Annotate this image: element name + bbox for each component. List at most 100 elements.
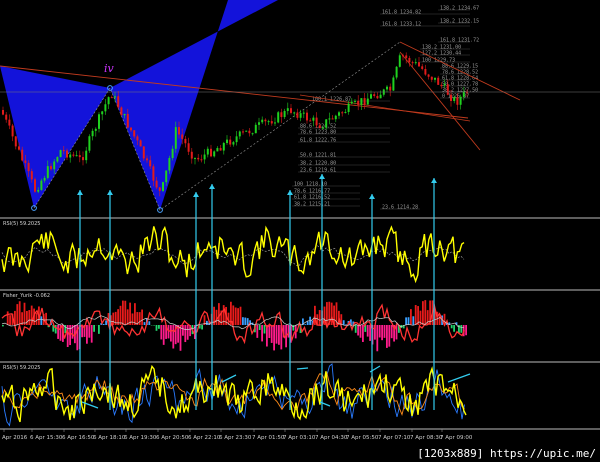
fisher-bar	[407, 317, 410, 325]
candle-body	[277, 112, 280, 123]
fisher-bar	[18, 301, 21, 325]
candle-body	[210, 148, 212, 157]
time-label: 6 Apr 18:10	[93, 435, 126, 441]
candle-body	[373, 94, 376, 96]
candle-body	[171, 148, 174, 158]
candle-body	[101, 111, 104, 115]
fisher-bar	[148, 321, 151, 325]
fisher-bar	[383, 325, 386, 338]
candle-body	[94, 128, 97, 131]
fisher-bar	[54, 325, 57, 334]
fisher-bar	[465, 325, 467, 336]
candle-body	[152, 166, 155, 181]
fisher-bar	[122, 300, 124, 325]
candle-body	[11, 125, 14, 137]
candle-body	[379, 94, 382, 99]
fisher-bar	[460, 325, 463, 333]
fisher-bar	[126, 309, 129, 325]
candle-body	[261, 119, 264, 123]
candle-body	[91, 130, 94, 137]
fisher-bar	[424, 300, 427, 325]
candle-body	[424, 68, 427, 75]
candle-body	[405, 55, 408, 58]
fib-label: 138.2 1232.15	[440, 18, 479, 24]
candle-body	[430, 76, 433, 80]
fisher-bar	[381, 325, 383, 341]
fisher-bar	[422, 301, 424, 325]
candle-body	[203, 154, 206, 160]
candle-body	[286, 108, 289, 111]
fisher-panel-title: Fisher_Yurik -0.062	[3, 293, 50, 299]
fisher-bar	[345, 324, 347, 325]
fisher-bar	[386, 325, 388, 348]
fisher-bar	[167, 325, 170, 339]
candle-body	[149, 160, 152, 167]
candle-body	[82, 157, 84, 161]
candle-body	[443, 84, 446, 86]
fisher-bar	[362, 325, 364, 342]
candle-body	[69, 154, 72, 158]
fisher-bar	[134, 303, 136, 325]
candle-body	[392, 77, 395, 91]
candle-body	[165, 170, 168, 183]
time-label: 6 Apr 23:30	[219, 435, 252, 441]
fib-label: 23.6 1214.28	[382, 204, 418, 210]
candle-body	[354, 100, 356, 102]
candle-body	[181, 134, 184, 139]
fisher-bar	[35, 312, 38, 325]
candle-body	[306, 112, 308, 121]
candle-body	[43, 177, 46, 181]
fisher-bar	[182, 325, 184, 336]
candle-body	[312, 117, 315, 121]
candle-body	[219, 148, 222, 151]
fisher-bar	[354, 325, 357, 333]
fisher-bar	[366, 325, 369, 337]
fib-label: 161.8 1234.82	[382, 9, 421, 15]
candle-body	[440, 84, 443, 86]
chart-window[interactable]: 161.8 1234.82 138.2 1234.67 161.8 1233.12 1…	[0, 0, 600, 462]
candle-body	[334, 115, 337, 120]
candle-body	[50, 166, 52, 170]
fisher-bar	[88, 325, 91, 338]
fisher-bar	[98, 325, 100, 334]
candle-body	[251, 133, 254, 135]
fisher-bar	[215, 309, 218, 325]
candle-body	[168, 157, 171, 171]
time-label: 7 Apr 09:00	[440, 435, 473, 441]
fisher-bar	[278, 325, 280, 345]
candle-body	[462, 91, 465, 97]
candle-body	[88, 136, 91, 151]
fib-label: 61.8 1216.52	[294, 194, 330, 200]
candle-body	[302, 112, 305, 114]
candle-body	[274, 122, 276, 124]
fisher-bar	[410, 309, 412, 325]
fisher-bar	[412, 316, 415, 325]
candle-body	[222, 143, 225, 151]
fisher-bar	[57, 325, 59, 339]
candle-body	[264, 119, 267, 122]
candle-body	[370, 94, 372, 99]
candle-body	[296, 112, 299, 118]
candle-body	[238, 131, 241, 137]
candle-body	[328, 118, 331, 120]
fisher-bar	[9, 315, 11, 325]
candle-body	[245, 130, 248, 132]
fisher-bar	[388, 325, 391, 347]
fisher-bar	[90, 325, 93, 343]
candle-body	[206, 148, 209, 155]
candle-body	[2, 110, 4, 115]
fib-label: 138.2 1234.67	[440, 5, 479, 11]
fisher-bar	[275, 325, 278, 344]
fisher-bar	[186, 325, 189, 340]
candle-body	[155, 180, 158, 188]
fib-label: 38.2 1215.21	[294, 201, 330, 207]
candle-body	[178, 127, 180, 135]
candle-body	[315, 117, 318, 126]
candle-body	[357, 100, 360, 105]
candle-body	[197, 157, 200, 160]
candle-body	[408, 57, 411, 63]
fisher-bar	[102, 323, 105, 325]
fisher-bar	[263, 325, 266, 334]
wave-label: iv	[104, 62, 115, 75]
fisher-bar	[453, 325, 455, 332]
